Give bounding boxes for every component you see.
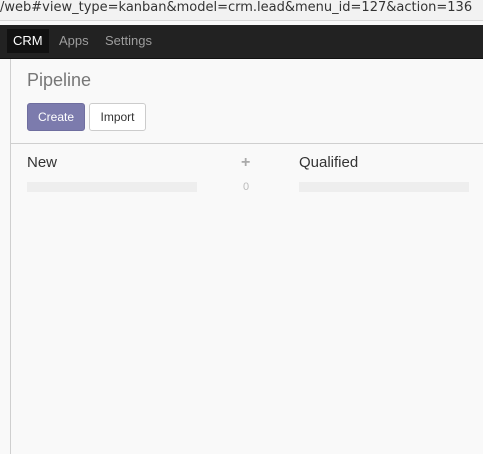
nav-item-settings[interactable]: Settings <box>99 29 158 53</box>
control-panel: Pipeline Create Import <box>11 59 483 144</box>
url-text[interactable]: /web#view_type=kanban&model=crm.lead&men… <box>0 0 472 16</box>
kanban-board: New + 0 Qualified <box>11 144 483 454</box>
sidebar-collapsed <box>0 59 11 454</box>
top-navbar: CRM Apps Settings <box>0 25 483 59</box>
column-title: New <box>27 154 58 171</box>
nav-item-apps[interactable]: Apps <box>53 29 95 53</box>
column-count: 0 <box>243 181 250 193</box>
column-progress-bar <box>299 182 469 192</box>
create-button[interactable]: Create <box>27 103 85 131</box>
plus-icon[interactable]: + <box>241 154 250 172</box>
import-button[interactable]: Import <box>89 103 146 131</box>
column-title: Qualified <box>299 154 359 171</box>
nav-item-crm[interactable]: CRM <box>7 29 49 53</box>
page-title: Pipeline <box>27 70 92 90</box>
column-progress-bar <box>27 182 197 192</box>
browser-address-bar[interactable]: /web#view_type=kanban&model=crm.lead&men… <box>0 0 483 21</box>
